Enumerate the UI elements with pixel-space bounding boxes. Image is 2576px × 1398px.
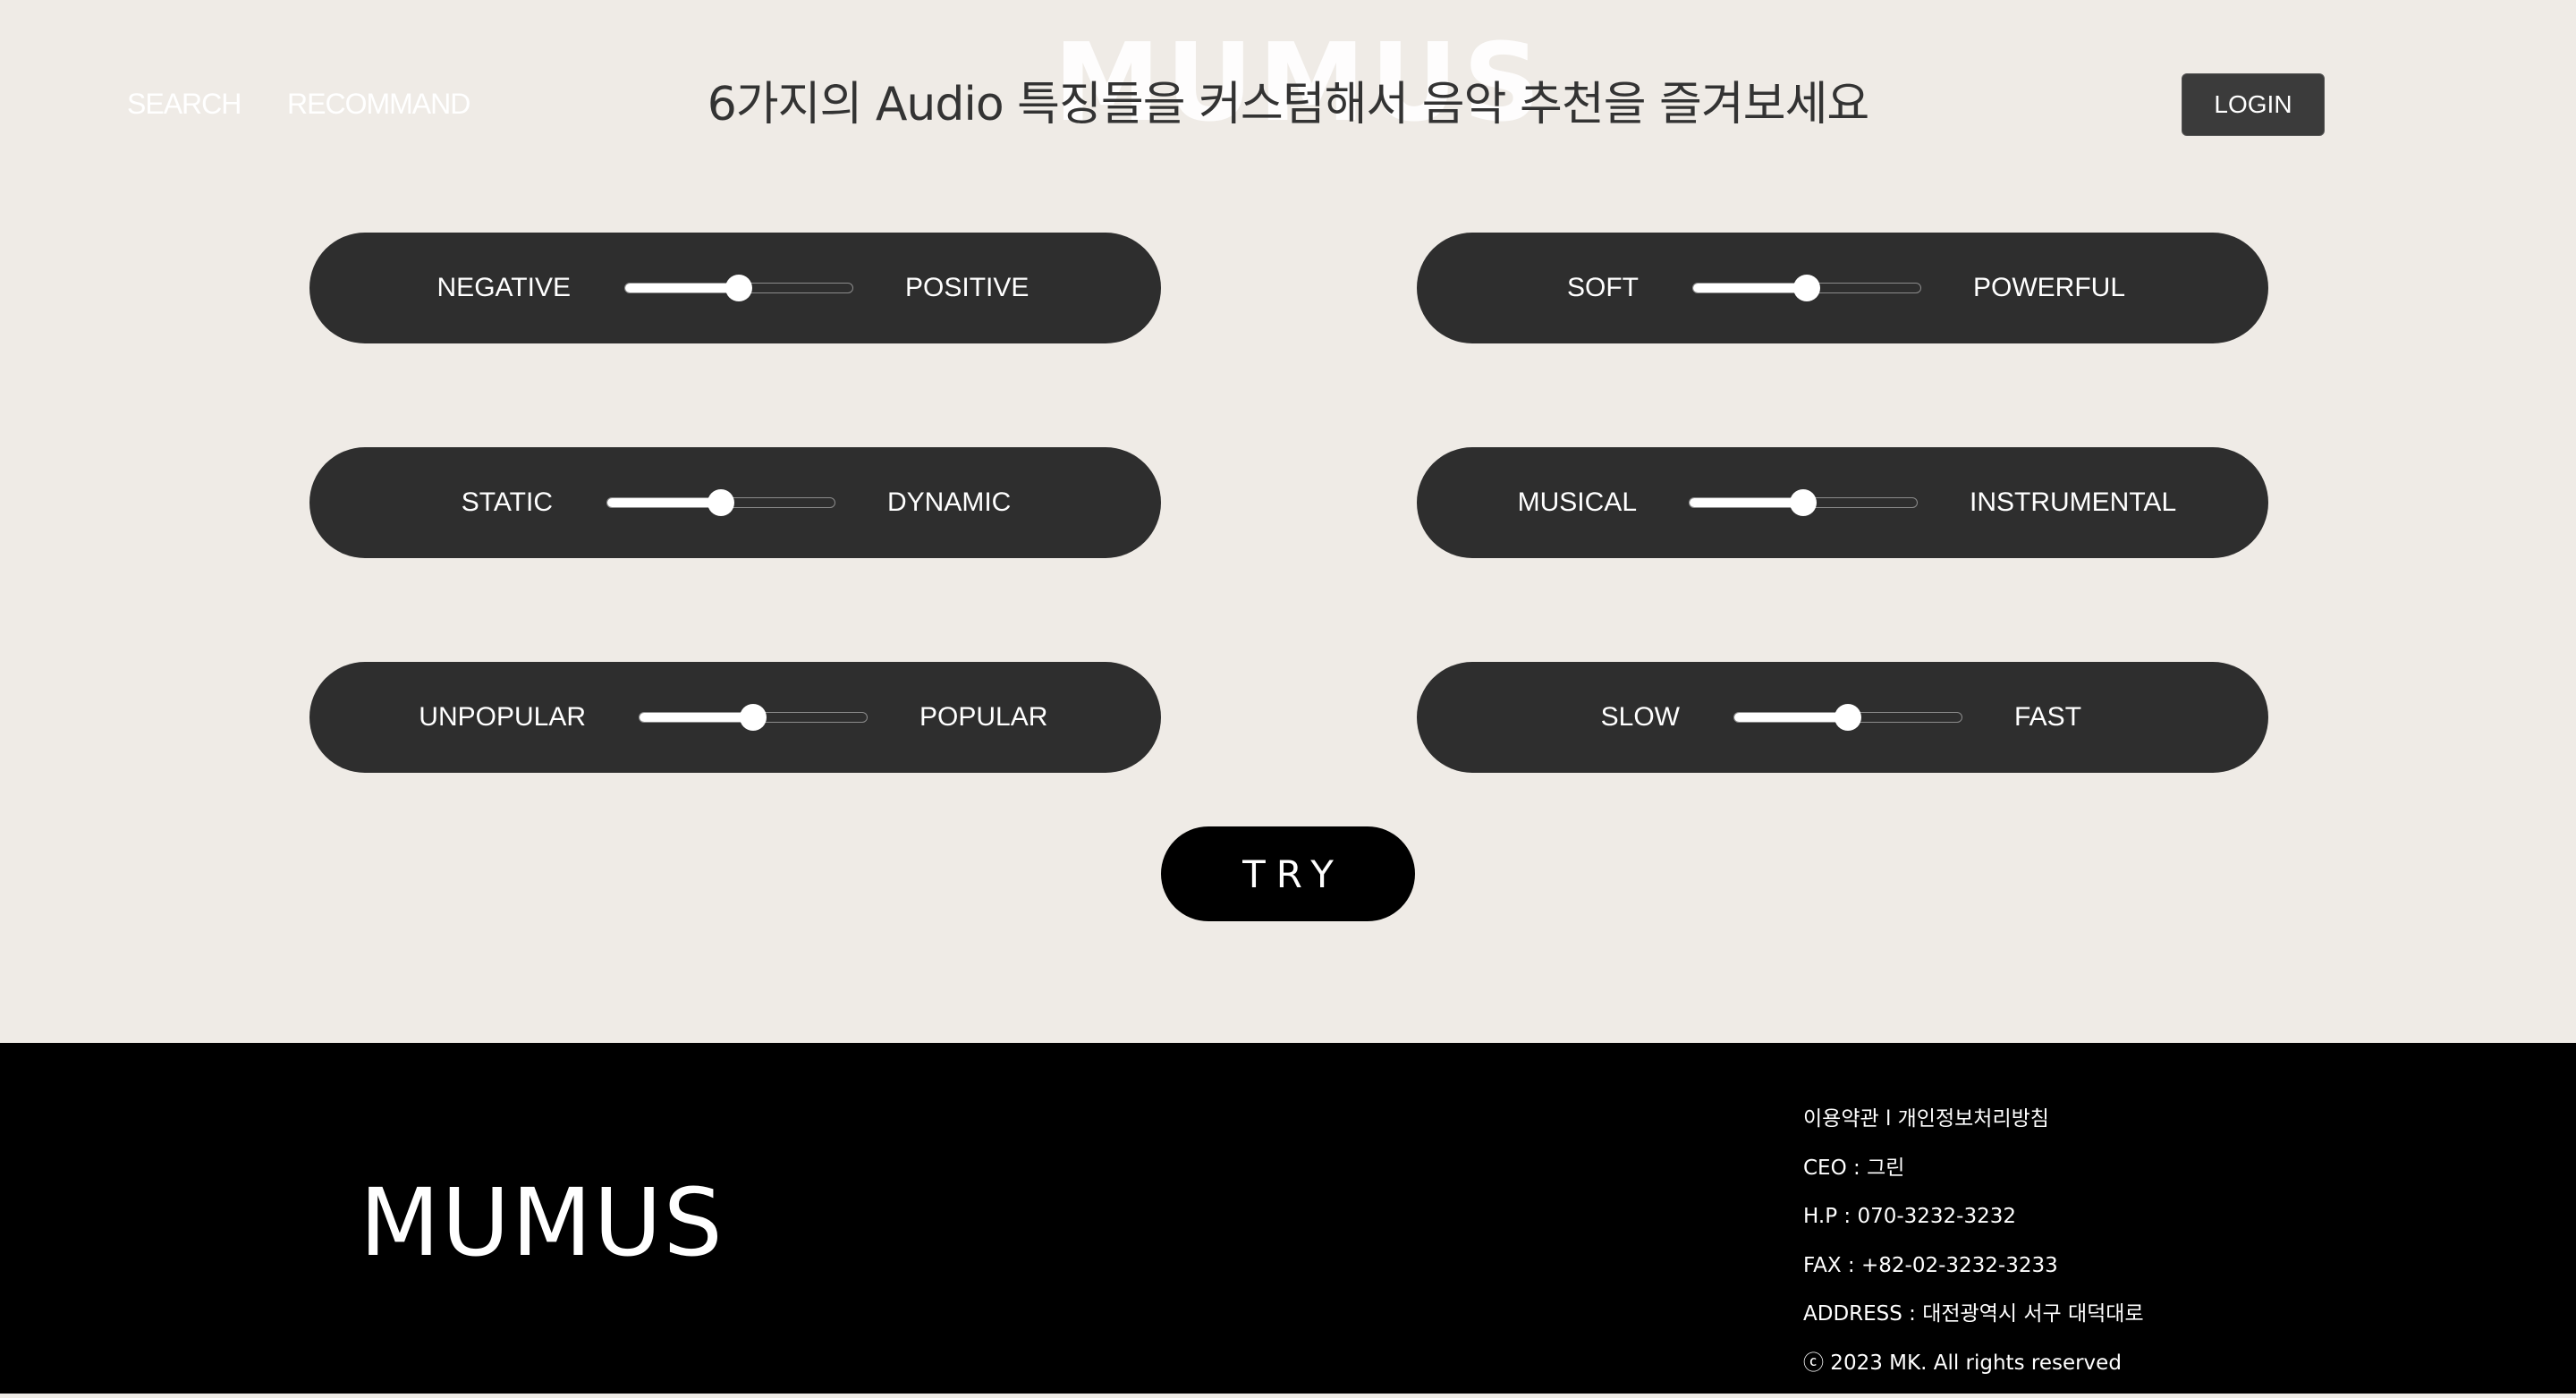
slider-fill	[1693, 284, 1807, 292]
slider-track[interactable]	[624, 283, 853, 293]
slider-negative-positive: NEGATIVE POSITIVE	[309, 233, 1161, 343]
slider-fill	[1734, 713, 1848, 722]
slider-track[interactable]	[1692, 283, 1921, 293]
slider-fill	[1690, 498, 1803, 507]
slider-static-dynamic: STATIC DYNAMIC	[309, 447, 1161, 558]
slider-right-label: DYNAMIC	[887, 447, 1011, 558]
footer-terms-privacy-link[interactable]: 이용약관 l 개인정보처리방침	[1803, 1106, 2144, 1155]
slider-left-label: MUSICAL	[1518, 447, 1637, 558]
slider-musical-instrumental: MUSICAL INSTRUMENTAL	[1417, 447, 2268, 558]
slider-left-label: UNPOPULAR	[419, 662, 586, 773]
slider-fill	[607, 498, 721, 507]
slider-right-label: FAST	[2014, 662, 2081, 773]
slider-unpopular-popular: UNPOPULAR POPULAR	[309, 662, 1161, 773]
footer-address: ADDRESS : 대전광역시 서구 대덕대로	[1803, 1301, 2144, 1350]
slider-right-label: POSITIVE	[905, 233, 1029, 343]
slider-right-label: POPULAR	[919, 662, 1047, 773]
footer-copyright: ⓒ 2023 MK. All rights reserved	[1803, 1350, 2144, 1398]
slider-slow-fast: SLOW FAST	[1417, 662, 2268, 773]
slider-thumb[interactable]	[1793, 275, 1820, 301]
slider-left-label: STATIC	[462, 447, 553, 558]
slider-left-label: NEGATIVE	[437, 233, 571, 343]
slider-fill	[625, 284, 739, 292]
slider-track[interactable]	[1689, 497, 1918, 508]
slider-soft-powerful: SOFT POWERFUL	[1417, 233, 2268, 343]
footer-phone: H.P : 070-3232-3232	[1803, 1203, 2144, 1252]
slider-left-label: SLOW	[1601, 662, 1680, 773]
footer-brand-logo: MUMUS	[360, 1168, 724, 1277]
slider-track[interactable]	[606, 497, 835, 508]
slider-thumb[interactable]	[740, 704, 767, 731]
slider-track[interactable]	[1733, 712, 1962, 723]
footer-info: 이용약관 l 개인정보처리방침 CEO : 그린 H.P : 070-3232-…	[1803, 1106, 2144, 1398]
footer: MUMUS 이용약관 l 개인정보처리방침 CEO : 그린 H.P : 070…	[0, 1043, 2576, 1394]
slider-left-label: SOFT	[1567, 233, 1639, 343]
slider-track[interactable]	[639, 712, 868, 723]
try-button[interactable]: TRY	[1161, 826, 1415, 921]
slider-right-label: INSTRUMENTAL	[1970, 447, 2176, 558]
slider-thumb[interactable]	[1790, 489, 1817, 516]
main-section: SEARCH RECOMMAND MUMUS 6가지의 Audio 특징들을 커…	[0, 0, 2576, 1043]
slider-right-label: POWERFUL	[1973, 233, 2125, 343]
login-button[interactable]: LOGIN	[2182, 73, 2325, 136]
slider-thumb[interactable]	[708, 489, 734, 516]
footer-ceo: CEO : 그린	[1803, 1155, 2144, 1204]
slider-thumb[interactable]	[1835, 704, 1861, 731]
footer-fax: FAX : +82-02-3232-3233	[1803, 1252, 2144, 1301]
slider-thumb[interactable]	[725, 275, 752, 301]
slider-fill	[640, 713, 753, 722]
